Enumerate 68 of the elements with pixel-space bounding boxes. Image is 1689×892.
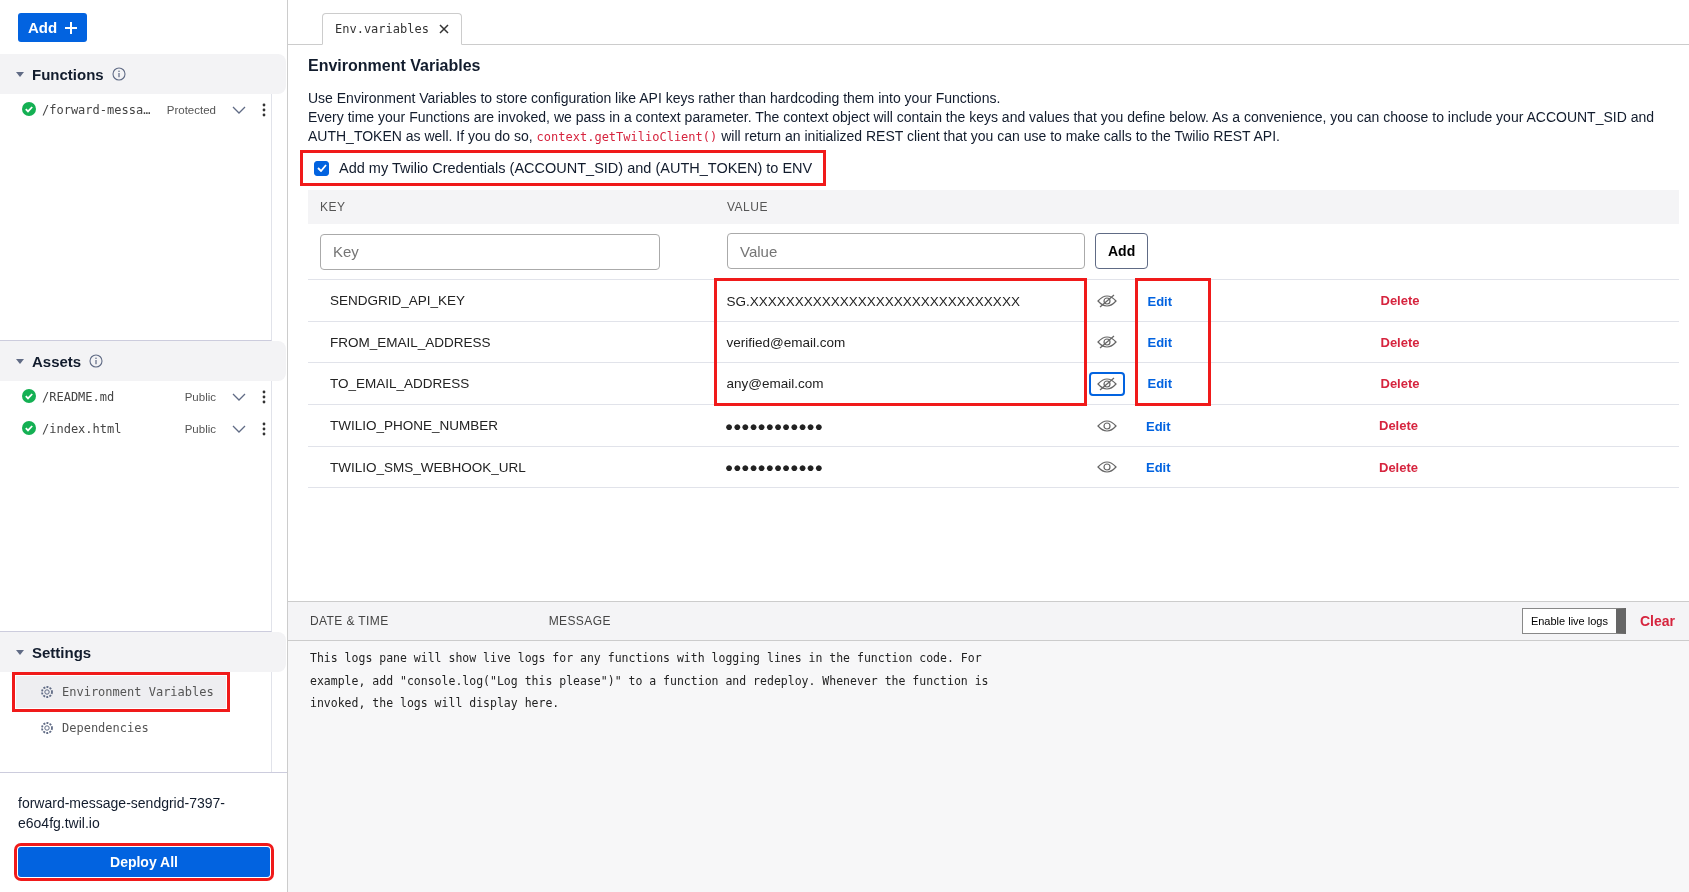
add-button[interactable]: Add: [18, 13, 88, 42]
info-icon[interactable]: [89, 354, 104, 368]
delete-link[interactable]: Delete: [1379, 459, 1419, 475]
delete-link[interactable]: Delete: [1379, 418, 1419, 433]
table-cell: ●●●●●●●●●●●●: [715, 404, 1085, 447]
column-header: KEY: [308, 190, 715, 224]
gear-icon: [40, 721, 54, 735]
visibility-label: Public: [183, 391, 216, 403]
settings-item[interactable]: Dependencies: [16, 712, 226, 744]
table-cell: TWILIO_PHONE_NUMBER: [308, 404, 715, 447]
file-name[interactable]: /forward-messa…: [42, 103, 154, 117]
visibility-label: Protected: [165, 104, 216, 116]
chevron-down-icon[interactable]: [232, 106, 246, 114]
section-header[interactable]: Functions: [0, 54, 286, 94]
edit-link[interactable]: Edit: [1147, 293, 1173, 309]
more-icon[interactable]: [262, 422, 266, 436]
checkbox[interactable]: [314, 160, 329, 176]
table-cell: FROM_EMAIL_ADDRESS: [308, 321, 715, 363]
section-title: Functions: [32, 65, 104, 83]
check-circle-icon: [22, 388, 36, 403]
edit-link[interactable]: Edit: [1146, 418, 1171, 434]
more-icon[interactable]: [262, 103, 266, 117]
close-icon[interactable]: [438, 24, 449, 34]
chevron-down-icon[interactable]: [232, 425, 246, 433]
gear-icon: [40, 685, 54, 699]
section-title: Assets: [32, 352, 82, 370]
edit-link[interactable]: Edit: [1147, 334, 1173, 350]
table-cell: TWILIO_SMS_WEBHOOK_URL: [308, 446, 715, 488]
edit-link[interactable]: Edit: [1146, 459, 1171, 475]
add-button[interactable]: Add: [1095, 233, 1149, 269]
table-cell: verified@email.com: [715, 321, 1085, 363]
table-cell: ●●●●●●●●●●●●: [715, 446, 1085, 488]
logs-message: This logs pane will show live logs for any functions with logging lines in the function code. For example, add "console.log("Log this please")" to a function and redeploy. Whenever the function is invoked, the logs will display here.: [309, 650, 990, 712]
code-snippet: context.getTwilioClient(): [536, 130, 718, 144]
info-icon[interactable]: [111, 67, 126, 81]
plus-icon: [65, 21, 78, 34]
edit-link[interactable]: Edit: [1147, 375, 1173, 391]
description-text: Use Environment Variables to store configuration like API keys rather than hardcoding them into your Functions.: [308, 89, 1002, 108]
delete-link[interactable]: Delete: [1380, 334, 1420, 350]
check-circle-icon: [22, 420, 36, 435]
key-field[interactable]: Key: [320, 233, 660, 270]
column-header: VALUE: [715, 190, 1679, 224]
table-cell: TO_EMAIL_ADDRESS: [308, 362, 715, 405]
visibility-toggle[interactable]: [1088, 371, 1125, 396]
column-header: DATE & TIME: [310, 614, 389, 628]
section-title: Settings: [32, 643, 92, 661]
domain-text: forward-message-sendgrid-7397-e6o4fg.twil.io: [18, 794, 226, 833]
section-header[interactable]: Assets: [0, 341, 286, 381]
table-cell: SG.XXXXXXXXXXXXXXXXXXXXXXXXXXXXXX: [715, 279, 1085, 322]
page-title: Environment Variables: [308, 57, 482, 75]
delete-link[interactable]: Delete: [1380, 293, 1420, 308]
check-circle-icon: [22, 101, 36, 116]
table-cell: SENDGRID_API_KEY: [308, 279, 715, 322]
tab[interactable]: Env.variables: [322, 13, 462, 45]
credentials-checkbox[interactable]: Add my Twilio Credentials (ACCOUNT_SID) and (AUTH_TOKEN) to ENV: [304, 154, 823, 182]
clear-button[interactable]: Clear: [1633, 612, 1681, 630]
section-header[interactable]: Settings: [0, 632, 286, 672]
visibility-label: Public: [183, 423, 216, 435]
more-icon[interactable]: [262, 390, 266, 404]
column-header: MESSAGE: [548, 614, 612, 628]
table-cell: any@email.com: [715, 362, 1085, 405]
file-name[interactable]: /README.md: [42, 390, 154, 404]
file-name[interactable]: /index.html: [42, 422, 154, 436]
chevron-down-icon[interactable]: [232, 393, 246, 401]
value-field[interactable]: Value: [727, 233, 1085, 269]
delete-link[interactable]: Delete: [1380, 376, 1420, 391]
live-logs-toggle[interactable]: Enable live logs: [1521, 608, 1626, 634]
description-text: Every time your Functions are invoked, we pass in a context parameter. The context object will contain the keys and values that you define below. As a convenience, you can choose to include your ACCOUNT_SID and AUTH_TOKEN as well. If you do so, context.getTwilioClient() will return an initialized REST client that you can use to make calls to the Twilio REST API.: [308, 108, 1656, 146]
